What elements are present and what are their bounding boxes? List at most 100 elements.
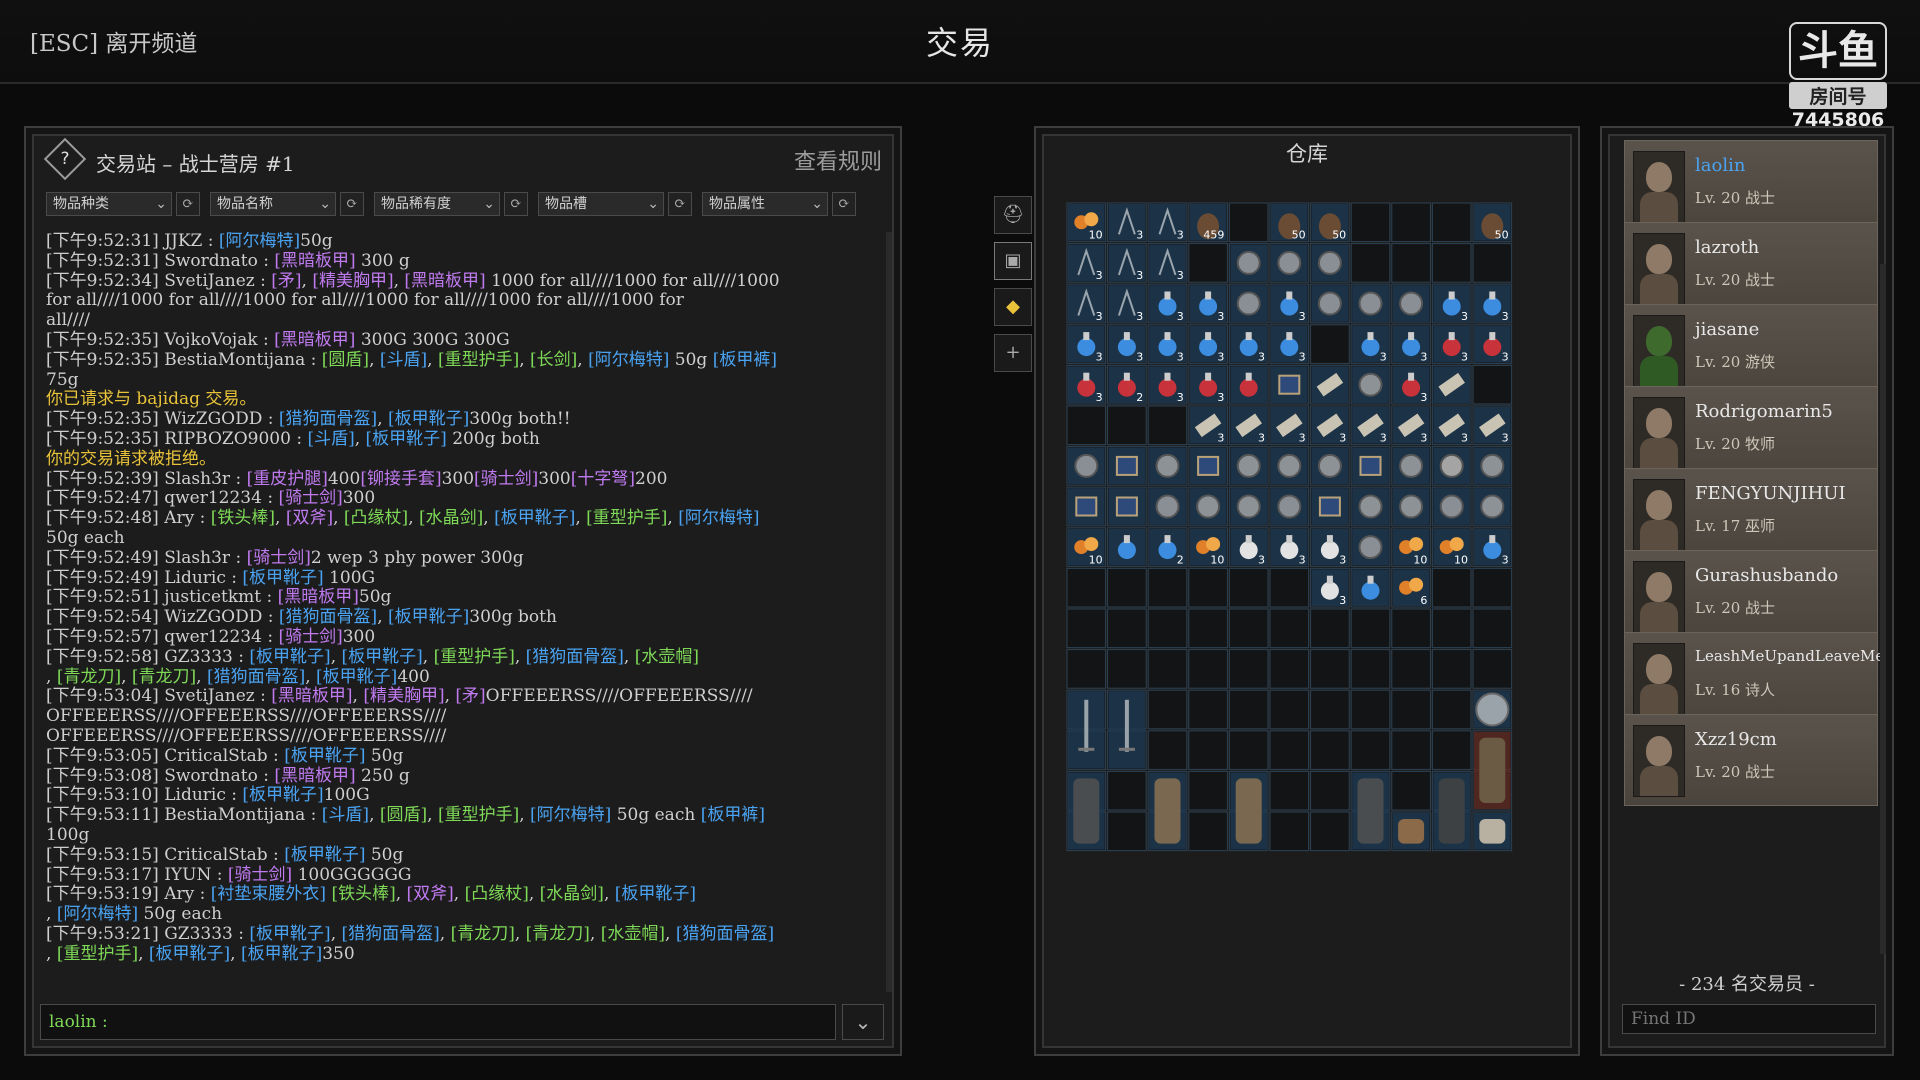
inventory-slot[interactable] <box>1310 649 1350 689</box>
refresh-icon[interactable]: ⟳ <box>668 192 692 216</box>
chat-dropdown-button[interactable]: ⌄ <box>842 1004 884 1040</box>
trader-card[interactable]: Gurashusbando Lv. 20 战士 <box>1624 550 1878 642</box>
item-link[interactable]: [骑士剑] <box>474 469 538 489</box>
inventory-slot[interactable] <box>1350 243 1391 283</box>
helmet-icon[interactable] <box>1230 244 1267 282</box>
inventory-slot[interactable] <box>1228 608 1269 649</box>
item-link[interactable]: [猎狗面骨盔] <box>342 924 440 944</box>
inventory-slot[interactable] <box>1391 730 1431 770</box>
item-link[interactable]: [骑士剑] <box>247 548 311 568</box>
helmet-tab-button[interactable]: ⛑ <box>994 196 1032 234</box>
item-link[interactable]: [板甲靴子] <box>316 667 397 687</box>
item-link[interactable]: [圆盾] <box>380 805 427 825</box>
item-link[interactable]: [骑士剑] <box>278 488 342 508</box>
inventory-slot[interactable] <box>1188 811 1228 852</box>
blue-potion-icon[interactable]: 3 <box>1189 325 1227 364</box>
tome-icon[interactable] <box>1108 447 1146 485</box>
item-name-select[interactable]: 物品名称 ⌄ <box>210 192 336 216</box>
inventory-slot[interactable] <box>1310 324 1350 364</box>
item-link[interactable]: [衬垫束腰外衣] <box>211 884 326 904</box>
sword-icon[interactable] <box>1068 691 1105 769</box>
item-link[interactable]: [阿尔梅特] <box>678 508 759 528</box>
traders-scrollbar[interactable] <box>1880 264 1886 954</box>
scroll-icon[interactable]: 3 <box>1189 407 1227 445</box>
backpack-icon[interactable] <box>1230 772 1267 850</box>
inventory-slot[interactable] <box>1350 730 1391 770</box>
inventory-slot[interactable] <box>1147 689 1188 730</box>
inventory-slot[interactable] <box>1269 811 1310 852</box>
red-potion-icon[interactable]: 3 <box>1149 366 1186 404</box>
inventory-slot[interactable] <box>1391 608 1431 649</box>
sack-icon[interactable]: 459 <box>1189 204 1227 242</box>
trader-card[interactable]: jiasane Lv. 20 游侠 <box>1624 304 1878 396</box>
blue-potion-icon[interactable]: 3 <box>1108 325 1146 364</box>
blue-potion-icon[interactable]: 3 <box>1352 325 1389 364</box>
helmet-icon[interactable] <box>1311 285 1349 322</box>
item-type-select[interactable]: 物品种类 ⌄ <box>46 192 172 216</box>
inventory-slot[interactable] <box>1228 730 1269 770</box>
view-rules-button[interactable]: 查看规则 <box>794 144 882 176</box>
arrows-icon[interactable] <box>1392 813 1430 850</box>
item-link[interactable]: [板甲靴子] <box>284 746 365 766</box>
helmet-icon[interactable] <box>1392 285 1430 322</box>
white-potion-icon[interactable]: 3 <box>1311 528 1349 567</box>
scroll-icon[interactable]: 3 <box>1230 407 1267 445</box>
flower-icon[interactable]: 10 <box>1392 528 1430 567</box>
helmet-icon[interactable] <box>1068 447 1105 485</box>
inventory-slot[interactable] <box>1147 405 1188 446</box>
blue-potion-icon[interactable]: 3 <box>1433 285 1470 323</box>
item-link[interactable]: [圆盾] <box>322 350 369 370</box>
wire-icon[interactable]: 3 <box>1149 204 1186 242</box>
inventory-slot[interactable] <box>1188 770 1228 811</box>
item-link[interactable]: [重皮护腿] <box>247 469 328 489</box>
item-link[interactable]: [板甲靴子] <box>249 924 330 944</box>
item-link[interactable]: [重型护手] <box>438 805 519 825</box>
item-link[interactable]: [水晶剑] <box>540 884 604 904</box>
red-potion-icon[interactable]: 3 <box>1433 325 1470 364</box>
item-link[interactable]: [铁头棒] <box>211 508 275 528</box>
red-potion-icon[interactable]: 3 <box>1474 325 1511 364</box>
gold-tab-button[interactable]: ◆ <box>994 288 1032 326</box>
shield-icon[interactable] <box>1474 691 1511 728</box>
inventory-slot[interactable] <box>1147 730 1188 770</box>
inventory-slot[interactable] <box>1147 608 1188 649</box>
trader-card[interactable]: lazroth Lv. 20 战士 <box>1624 222 1878 314</box>
red-potion-icon[interactable] <box>1230 366 1267 403</box>
pants-icon[interactable] <box>1474 813 1511 850</box>
refresh-icon[interactable]: ⟳ <box>832 192 856 216</box>
item-link[interactable]: [黑暗板甲] <box>274 251 355 271</box>
item-link[interactable]: [板甲靴子] <box>284 845 365 865</box>
blue-potion-icon[interactable]: 3 <box>1271 325 1308 364</box>
item-link[interactable]: [青龙刀] <box>451 924 515 944</box>
item-link[interactable]: [猎狗面骨盔] <box>207 667 305 687</box>
item-link[interactable]: [猎狗面骨盔] <box>279 409 377 429</box>
medallion-icon[interactable] <box>1352 366 1389 403</box>
cloak-icon[interactable] <box>1433 772 1470 850</box>
medallion-icon[interactable] <box>1271 447 1308 485</box>
blue-potion-icon[interactable] <box>1108 528 1146 566</box>
inventory-slot[interactable] <box>1107 770 1147 811</box>
inventory-slot[interactable] <box>1147 649 1188 689</box>
inventory-slot[interactable] <box>1107 405 1147 446</box>
tome-icon[interactable] <box>1352 447 1389 485</box>
item-link[interactable]: [矛] <box>271 271 301 291</box>
item-link[interactable]: [双斧] <box>407 884 454 904</box>
scroll-icon[interactable]: 3 <box>1392 407 1430 445</box>
item-link[interactable]: [重型护手] <box>438 350 519 370</box>
scroll-icon[interactable]: 3 <box>1311 407 1349 445</box>
wire-icon[interactable]: 3 <box>1068 285 1105 323</box>
inventory-slot[interactable] <box>1350 689 1391 730</box>
red-potion-icon[interactable]: 2 <box>1108 366 1146 404</box>
blue-potion-icon[interactable]: 2 <box>1149 528 1186 567</box>
item-link[interactable]: [黑暗板甲] <box>278 587 359 607</box>
wire-icon[interactable]: 3 <box>1149 244 1186 283</box>
inventory-slot[interactable] <box>1147 567 1188 608</box>
item-link[interactable]: [青龙刀] <box>57 667 121 687</box>
inventory-slot[interactable] <box>1431 608 1472 649</box>
blue-potion-icon[interactable]: 3 <box>1189 285 1227 323</box>
item-link[interactable]: [骑士剑] <box>278 627 342 647</box>
sack-icon[interactable]: 50 <box>1311 204 1349 242</box>
item-attribute-select[interactable]: 物品属性 ⌄ <box>702 192 828 216</box>
item-link[interactable]: [铁头棒] <box>331 884 395 904</box>
scroll-icon[interactable] <box>1311 366 1349 403</box>
